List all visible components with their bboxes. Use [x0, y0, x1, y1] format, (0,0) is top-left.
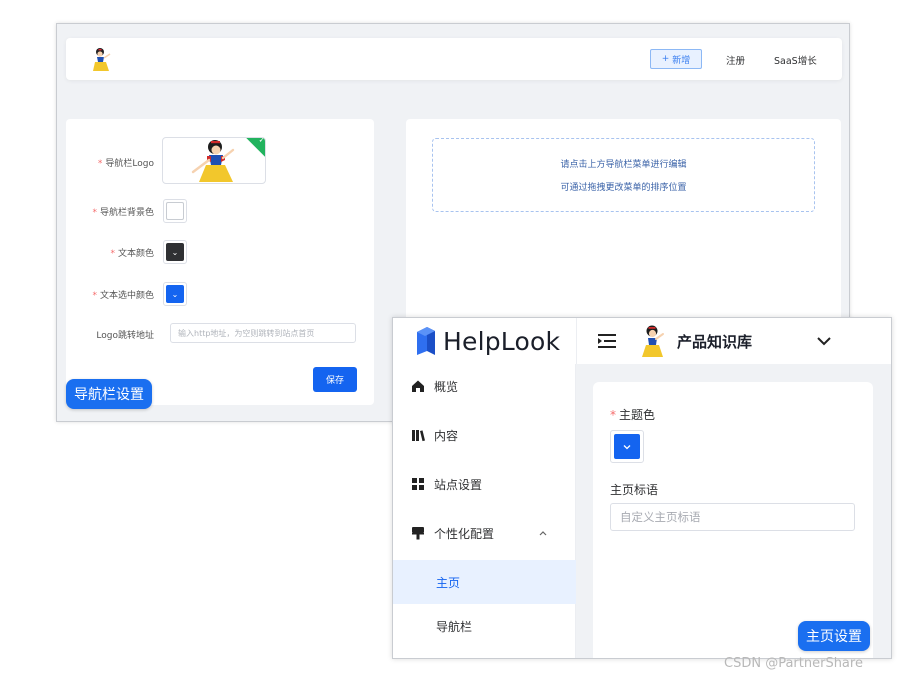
home-icon	[412, 380, 424, 392]
home-settings-badge: 主页设置	[798, 621, 870, 651]
theme-color-label: * 主题色	[610, 408, 656, 422]
slogan-input[interactable]: 自定义主页标语	[610, 503, 855, 531]
grid-icon	[412, 478, 424, 490]
menu-edit-hint: 请点击上方导航栏菜单进行编辑 可通过拖拽更改菜单的排序位置	[432, 138, 815, 212]
sidebar-item-personalization[interactable]: 个性化配置	[393, 511, 576, 555]
selected-text-color-picker[interactable]: ⌄	[163, 282, 187, 306]
nav-settings-badge: 导航栏设置	[66, 379, 152, 409]
sidebar: 概览 内容 站点设置 个性化配置 主页 导航栏	[393, 364, 576, 658]
selected-text-color-label: * 文本选中颜色	[92, 291, 154, 301]
chevron-up-icon	[539, 531, 547, 536]
text-color-label: * 文本颜色	[110, 249, 154, 259]
home-settings-screenshot: HelpLook 产品知识库 概览 内容 站点设置 个性化配置 主页 导航栏 *…	[392, 317, 892, 659]
logo-upload[interactable]: ✓	[162, 137, 266, 184]
sidebar-item-overview[interactable]: 概览	[393, 364, 576, 408]
chevron-down-icon[interactable]	[815, 332, 833, 350]
snow-white-logo-icon	[642, 325, 664, 357]
sidebar-subitem-navbar[interactable]: 导航栏	[393, 604, 576, 648]
logo-url-label: Logo跳转地址	[96, 331, 154, 341]
plus-icon: +	[661, 54, 670, 64]
nav-link-saas[interactable]: SaaS增长	[774, 53, 817, 67]
save-button[interactable]: 保存	[313, 367, 357, 392]
logo-url-input[interactable]: 输入http地址，为空则跳转到站点首页	[170, 323, 356, 343]
nav-link-register[interactable]: 注册	[726, 53, 745, 67]
text-color-picker[interactable]: ⌄	[163, 240, 187, 264]
helplook-mark-icon	[417, 327, 435, 355]
sidebar-subitem-home[interactable]: 主页	[393, 560, 576, 604]
slogan-label: 主页标语	[610, 483, 659, 497]
home-settings-form: * 主题色 主页标语 自定义主页标语	[593, 382, 873, 658]
nav-preview-bar: + 新增 注册 SaaS增长	[66, 38, 842, 80]
brand-name: HelpLook	[443, 326, 561, 356]
bg-color-label: * 导航栏背景色	[92, 208, 154, 218]
helplook-logo[interactable]: HelpLook	[415, 326, 560, 356]
add-menu-button[interactable]: + 新增	[650, 49, 702, 69]
hint-line: 可通过拖拽更改菜单的排序位置	[560, 183, 687, 193]
snow-white-logo-icon	[93, 48, 111, 71]
csdn-watermark: CSDN @PartnerShare	[724, 656, 863, 671]
snow-white-image-icon	[191, 140, 235, 182]
knowledge-base-title[interactable]: 产品知识库	[677, 331, 752, 352]
books-icon	[412, 430, 425, 442]
bg-color-swatch	[166, 202, 184, 220]
sidebar-item-content[interactable]: 内容	[393, 413, 576, 457]
hint-line: 请点击上方导航栏菜单进行编辑	[560, 160, 687, 170]
nav-settings-form: * 导航栏Logo ✓ * 导航栏背景色 * 文本颜色 ⌄ * 文本选中颜色 ⌄…	[66, 119, 374, 405]
chevron-down-icon	[623, 444, 631, 449]
chevron-down-icon: ⌄	[166, 243, 184, 261]
logo-label: * 导航栏Logo	[97, 159, 154, 169]
topbar-divider	[576, 318, 577, 364]
bg-color-picker[interactable]	[163, 199, 187, 223]
sidebar-item-site-settings[interactable]: 站点设置	[393, 462, 576, 506]
chevron-down-icon: ⌄	[166, 285, 184, 303]
paint-brush-icon	[412, 527, 424, 540]
theme-color-picker[interactable]	[610, 430, 644, 463]
collapse-menu-icon[interactable]	[597, 332, 617, 350]
